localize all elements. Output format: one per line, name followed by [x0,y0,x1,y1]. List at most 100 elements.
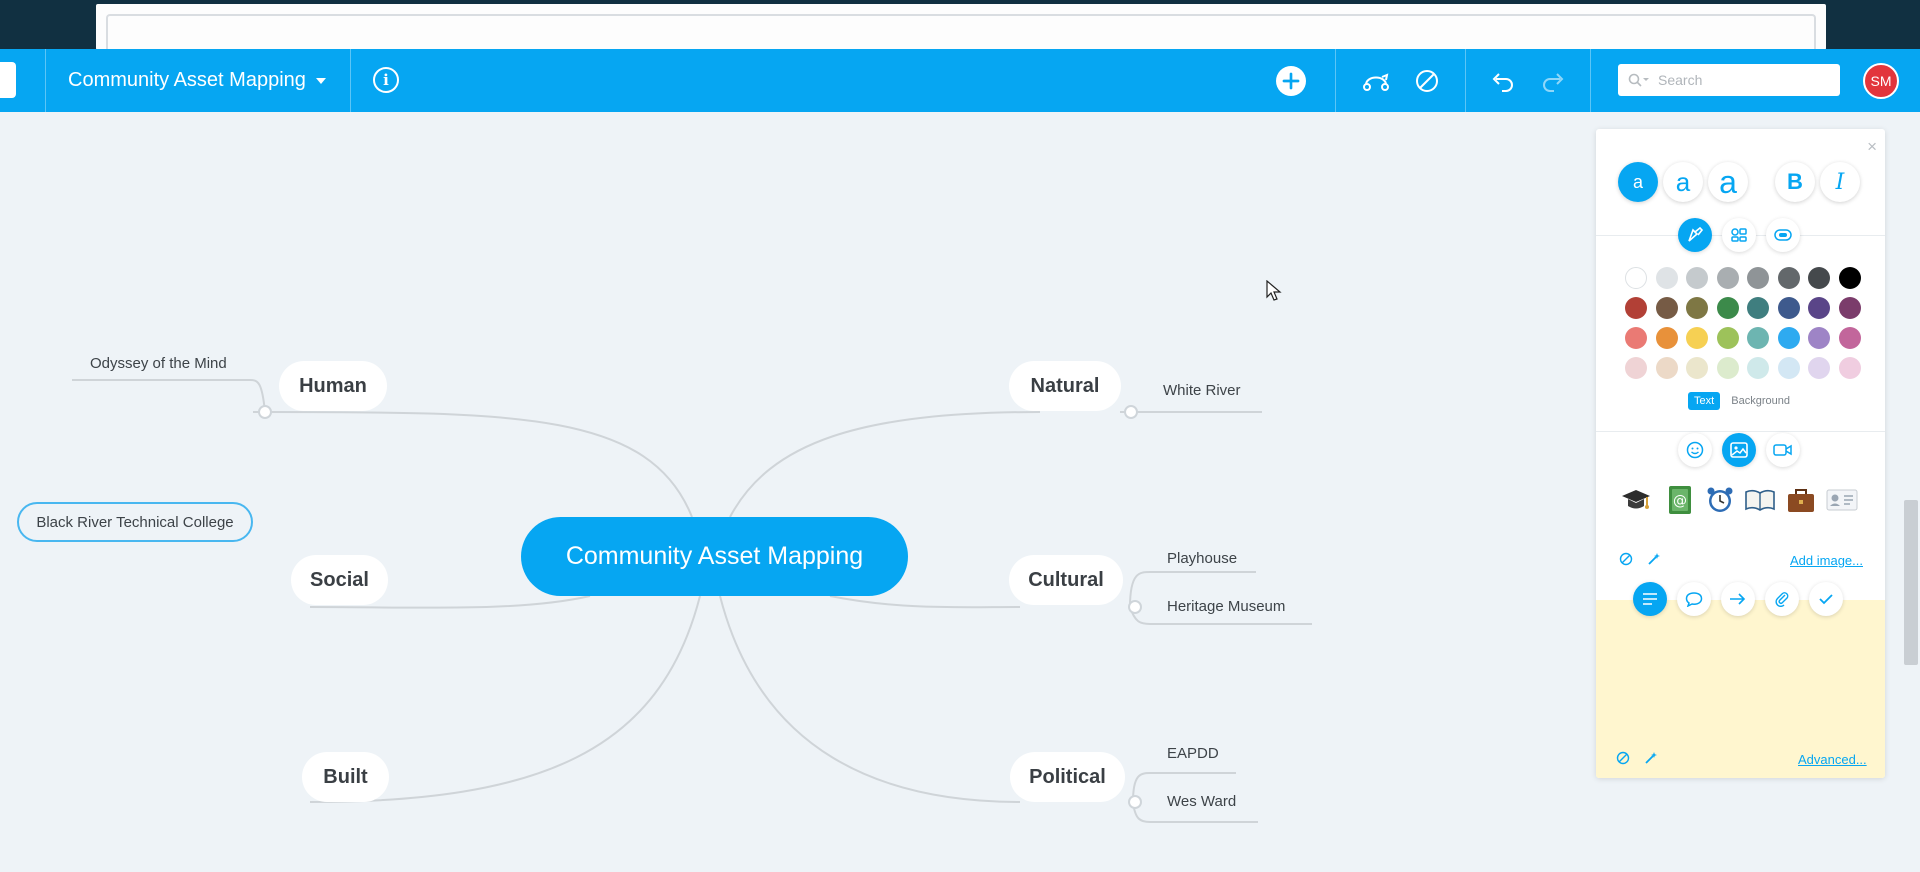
attachment-icon[interactable] [1765,582,1799,616]
topic-political[interactable]: Political [1010,752,1125,802]
magic-wand-icon[interactable] [1646,551,1662,567]
image-tab-icon[interactable] [1722,433,1756,467]
map-title-dropdown[interactable]: Community Asset Mapping [68,69,326,92]
undo-icon[interactable] [1488,66,1518,96]
briefcase-icon[interactable] [1784,483,1818,517]
shape-tab-icon[interactable] [1766,218,1800,252]
topic-social[interactable]: Social [291,555,388,605]
color-swatch[interactable] [1808,297,1830,319]
topic-human[interactable]: Human [279,361,387,411]
color-swatch[interactable] [1808,267,1830,289]
search-icon [1628,73,1649,87]
color-swatch[interactable] [1838,267,1861,289]
checkmark-icon[interactable] [1809,582,1843,616]
color-swatch[interactable] [1838,297,1861,319]
graduation-cap-icon[interactable] [1619,483,1653,517]
leaf-topic[interactable]: Heritage Museum [1167,598,1285,615]
color-swatch[interactable] [1686,267,1708,289]
topic-built[interactable]: Built [302,752,389,802]
background-color-option[interactable]: Background [1731,395,1790,407]
color-swatch[interactable] [1777,267,1800,289]
color-swatch[interactable] [1686,327,1708,349]
browser-tab [96,4,1826,50]
notes-icon[interactable] [1633,582,1667,616]
add-image-link[interactable]: Add image... [1790,553,1863,568]
arrow-link-icon[interactable] [1721,582,1755,616]
color-swatch[interactable] [1686,297,1708,319]
color-swatch[interactable] [1716,297,1739,319]
color-swatch[interactable] [1808,327,1830,349]
color-swatch[interactable] [1625,297,1647,319]
comment-icon[interactable] [1677,582,1711,616]
color-swatch[interactable] [1747,357,1769,379]
leaf-topic[interactable]: EAPDD [1167,745,1219,762]
color-swatch[interactable] [1716,267,1739,289]
color-swatch[interactable] [1747,297,1769,319]
collapse-knob[interactable] [1128,795,1142,809]
collapse-knob[interactable] [1124,405,1138,419]
advanced-link[interactable]: Advanced... [1798,752,1867,767]
address-book-icon[interactable]: @ [1663,483,1697,517]
format-panel: × a a a B I Text Background @ Add image.… [1596,129,1885,778]
color-swatch[interactable] [1655,267,1678,289]
color-target-toggle[interactable]: Text Background [1688,392,1790,410]
clear-format-icon[interactable] [1412,66,1442,96]
structure-tab-icon[interactable] [1722,218,1756,252]
bold-button[interactable]: B [1775,162,1815,202]
italic-button[interactable]: I [1820,162,1860,202]
color-swatch[interactable] [1686,357,1708,379]
color-swatch[interactable] [1808,357,1830,379]
notes-area[interactable]: Advanced... [1596,582,1885,778]
topic-cultural[interactable]: Cultural [1009,555,1123,605]
color-swatch[interactable] [1625,327,1647,349]
color-swatch[interactable] [1625,357,1647,379]
style-tab-pen-icon[interactable] [1678,218,1712,252]
search-input[interactable] [1658,72,1828,88]
vertical-scrollbar[interactable] [1904,500,1918,665]
leaf-topic[interactable]: White River [1163,382,1241,399]
back-button[interactable] [0,62,16,98]
add-topic-button[interactable] [1276,66,1306,96]
info-icon[interactable]: i [373,67,399,93]
topic-natural[interactable]: Natural [1009,361,1121,411]
color-swatch[interactable] [1625,267,1647,289]
leaf-topic[interactable]: Wes Ward [1167,793,1236,810]
color-swatch[interactable] [1655,297,1678,319]
color-swatch[interactable] [1777,327,1800,349]
color-swatch[interactable] [1716,357,1739,379]
magic-wand-icon[interactable] [1643,750,1659,766]
font-size-large-button[interactable]: a [1708,162,1748,202]
open-book-icon[interactable] [1743,483,1777,517]
remove-image-icon[interactable] [1618,551,1634,567]
color-swatch[interactable] [1838,327,1861,349]
text-color-option[interactable]: Text [1688,392,1721,410]
divider [1465,49,1466,112]
color-swatch[interactable] [1655,357,1678,379]
clear-note-icon[interactable] [1615,750,1631,766]
color-swatch[interactable] [1747,267,1769,289]
emoji-tab-icon[interactable] [1678,433,1712,467]
close-icon[interactable]: × [1867,137,1877,157]
redo-icon[interactable] [1538,66,1568,96]
color-swatch[interactable] [1655,327,1678,349]
leaf-topic[interactable]: Odyssey of the Mind [90,355,227,372]
collapse-knob[interactable] [1128,600,1142,614]
leaf-topic-selected[interactable]: Black River Technical College [17,502,253,542]
font-size-medium-button[interactable]: a [1663,162,1703,202]
leaf-topic[interactable]: Playhouse [1167,550,1237,567]
collapse-knob[interactable] [258,405,272,419]
font-size-small-button[interactable]: a [1618,162,1658,202]
central-topic[interactable]: Community Asset Mapping [521,517,908,596]
color-swatch[interactable] [1777,357,1800,379]
color-swatch[interactable] [1838,357,1861,379]
search-box[interactable] [1618,64,1840,96]
alarm-clock-icon[interactable] [1703,483,1737,517]
color-swatch[interactable] [1747,327,1769,349]
id-card-icon[interactable] [1825,483,1859,517]
app-header: Community Asset Mapping i SM [0,49,1920,112]
video-tab-icon[interactable] [1766,433,1800,467]
color-swatch[interactable] [1777,297,1800,319]
color-swatch[interactable] [1716,327,1739,349]
relationship-icon[interactable] [1361,66,1391,96]
avatar[interactable]: SM [1863,63,1899,99]
